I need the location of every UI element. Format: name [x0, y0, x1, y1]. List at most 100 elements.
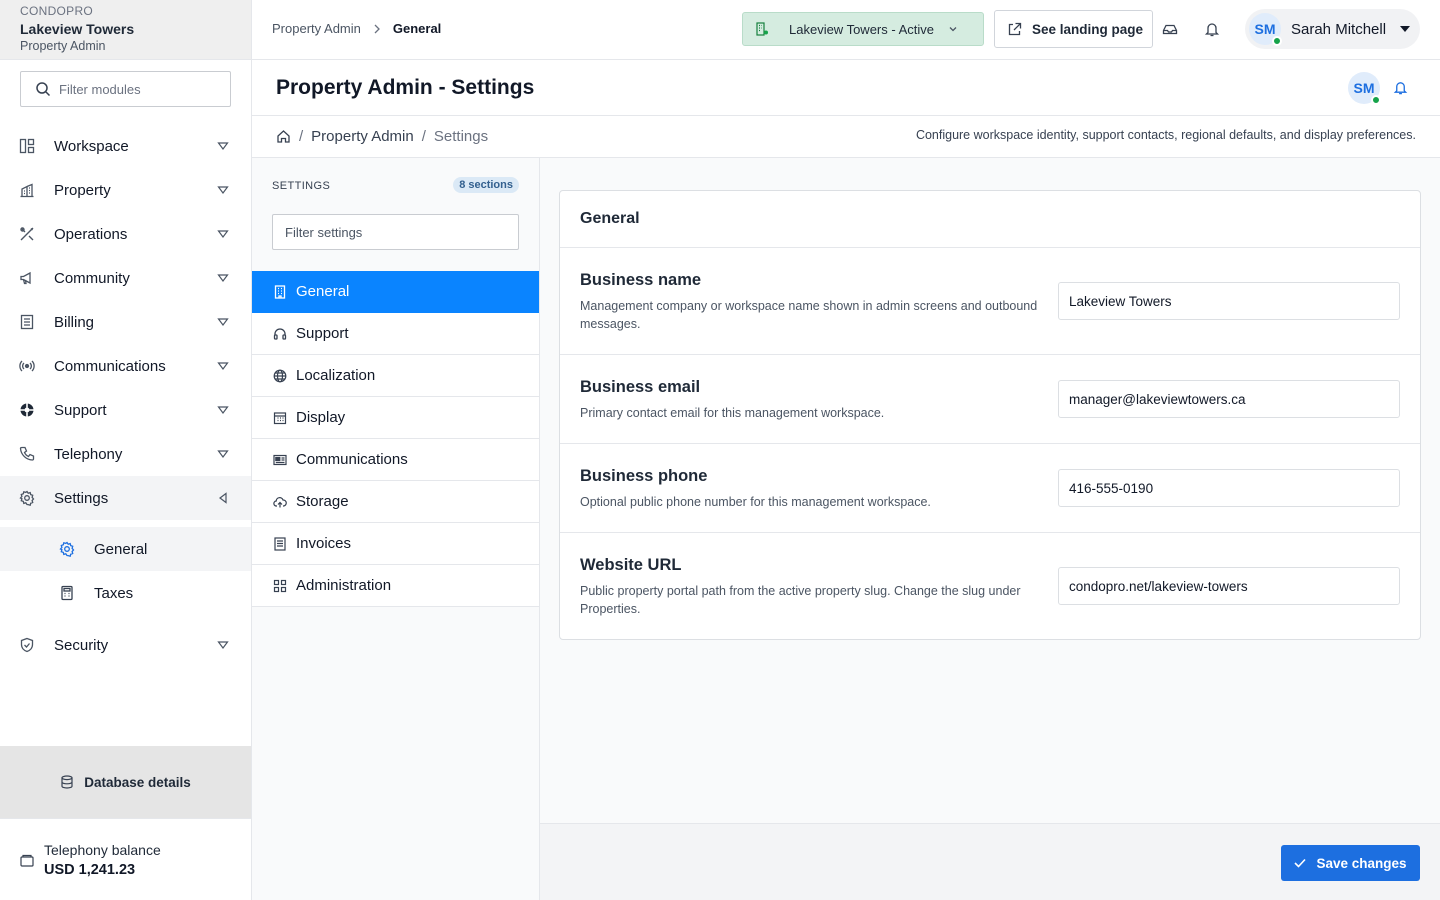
sidebar-item-communications[interactable]: Communications — [0, 344, 251, 388]
main-sidebar: CONDOPRO Lakeview Towers Property Admin … — [0, 0, 252, 900]
field-description: Public property portal path from the act… — [580, 584, 1021, 616]
sidebar-item-property[interactable]: Property — [0, 168, 251, 212]
caret-down-icon[interactable] — [217, 228, 229, 240]
sidebar-item-workspace[interactable]: Workspace — [0, 124, 251, 168]
broadcast-icon — [19, 358, 35, 374]
user-menu[interactable]: SM Sarah Mitchell — [1245, 9, 1420, 49]
inbox-icon[interactable] — [1162, 21, 1178, 37]
caret-down-icon[interactable] — [217, 448, 229, 460]
search-icon — [35, 81, 51, 97]
external-link-icon — [1007, 22, 1022, 37]
gear-icon — [19, 490, 35, 506]
settings-item-administration[interactable]: Administration — [252, 565, 539, 607]
headset-icon — [273, 327, 287, 341]
app-name: CONDOPRO — [20, 4, 94, 18]
settings-item-display[interactable]: Display — [252, 397, 539, 439]
sidebar-item-label: Telephony — [54, 445, 123, 463]
settings-item-label: Display — [296, 409, 346, 426]
sidebar-item-telephony[interactable]: Telephony — [0, 432, 251, 476]
breadcrumb-link[interactable]: Property Admin — [272, 21, 361, 36]
caret-down-icon[interactable] — [217, 404, 229, 416]
settings-item-label: Communications — [296, 451, 408, 468]
module-filter[interactable] — [20, 71, 231, 107]
grid-icon — [273, 579, 287, 593]
globe-icon — [273, 369, 287, 383]
online-status-dot — [1272, 36, 1282, 46]
caret-down-icon[interactable] — [217, 639, 229, 651]
property-name: Lakeview Towers — [20, 21, 135, 37]
avatar-initials: SM — [1254, 21, 1276, 37]
sidebar-item-billing[interactable]: Billing — [0, 300, 251, 344]
property-selector[interactable]: Lakeview Towers - Active — [742, 12, 984, 46]
breadcrumb-bar: / Property Admin / Settings Configure wo… — [252, 116, 1440, 158]
settings-item-label: Storage — [296, 493, 349, 510]
user-name: Sarah Mitchell — [1291, 20, 1387, 38]
see-landing-page-button[interactable]: See landing page — [994, 10, 1153, 48]
sidebar-subitem-label: Taxes — [94, 584, 134, 602]
caret-down-icon[interactable] — [217, 184, 229, 196]
online-status-dot — [1371, 95, 1381, 105]
breadcrumb-link[interactable]: Property Admin — [311, 128, 414, 145]
user-role: Property Admin — [20, 39, 106, 53]
page-title-rest: Settings — [451, 76, 535, 99]
settings-filter[interactable] — [272, 214, 519, 250]
brand-header: CONDOPRO Lakeview Towers Property Admin — [0, 0, 251, 60]
sidebar-item-label: Support — [54, 401, 107, 419]
calculator-icon — [59, 585, 75, 601]
settings-item-label: Support — [296, 325, 349, 342]
home-icon[interactable] — [276, 129, 291, 144]
field-label: Business phone — [580, 467, 708, 485]
page-header: Property Admin - Settings SM — [252, 60, 1440, 116]
avatar-initials: SM — [1353, 80, 1375, 96]
sidebar-item-label: Billing — [54, 313, 95, 331]
field-label: Business email — [580, 378, 701, 396]
sidebar-item-settings[interactable]: Settings — [0, 476, 251, 520]
sidebar-item-community[interactable]: Community — [0, 256, 251, 300]
avatar[interactable]: SM — [1348, 72, 1381, 105]
website-url-input[interactable] — [1058, 567, 1400, 605]
database-icon — [60, 775, 74, 789]
bell-icon[interactable] — [1393, 80, 1408, 95]
general-settings-card: General Business name Management company… — [559, 190, 1421, 640]
page-description: Configure workspace identity, support co… — [915, 128, 1416, 142]
breadcrumb-separator: / — [421, 128, 426, 145]
sidebar-item-operations[interactable]: Operations — [0, 212, 251, 256]
module-filter-input[interactable] — [59, 81, 219, 97]
business-phone-input[interactable] — [1058, 469, 1400, 507]
sidebar-subitem-taxes[interactable]: Taxes — [0, 571, 251, 615]
sidebar-item-security[interactable]: Security — [0, 623, 251, 667]
telephony-balance-value: USD 1,241.23 — [44, 862, 136, 878]
settings-item-storage[interactable]: Storage — [252, 481, 539, 523]
bell-icon[interactable] — [1204, 21, 1220, 37]
sidebar-item-label: Operations — [54, 225, 128, 243]
sidebar-item-support[interactable]: Support — [0, 388, 251, 432]
caret-down-icon[interactable] — [217, 316, 229, 328]
cloud-upload-icon — [273, 495, 287, 509]
sidebar-item-label: Communications — [54, 357, 166, 375]
caret-down-icon[interactable] — [217, 360, 229, 372]
settings-heading: SETTINGS — [272, 180, 331, 192]
business-phone-row: Business phone Optional public phone num… — [560, 444, 1420, 533]
database-details-button[interactable]: Database details — [0, 746, 251, 818]
settings-item-label: General — [296, 283, 350, 300]
sidebar-item-label: Settings — [54, 489, 109, 507]
business-email-input[interactable] — [1058, 380, 1400, 418]
website-url-row: Website URL Public property portal path … — [560, 533, 1420, 638]
settings-filter-input[interactable] — [273, 215, 513, 250]
settings-item-general[interactable]: General — [252, 271, 539, 313]
settings-item-invoices[interactable]: Invoices — [252, 523, 539, 565]
save-changes-button[interactable]: Save changes — [1281, 845, 1420, 881]
settings-item-support[interactable]: Support — [252, 313, 539, 355]
settings-item-localization[interactable]: Localization — [252, 355, 539, 397]
settings-item-communications[interactable]: Communications — [252, 439, 539, 481]
caret-left-icon[interactable] — [217, 492, 229, 504]
business-name-input[interactable] — [1058, 282, 1400, 320]
calendar-grid-icon — [273, 411, 287, 425]
sidebar-subitem-general[interactable]: General — [0, 527, 251, 571]
caret-down-icon[interactable] — [217, 272, 229, 284]
caret-down-icon[interactable] — [217, 140, 229, 152]
breadcrumb-current: General — [392, 21, 442, 36]
sidebar-subitem-label: General — [94, 540, 148, 558]
settings-content: General Business name Management company… — [540, 158, 1440, 824]
field-description: Primary contact email for this managemen… — [580, 406, 885, 420]
